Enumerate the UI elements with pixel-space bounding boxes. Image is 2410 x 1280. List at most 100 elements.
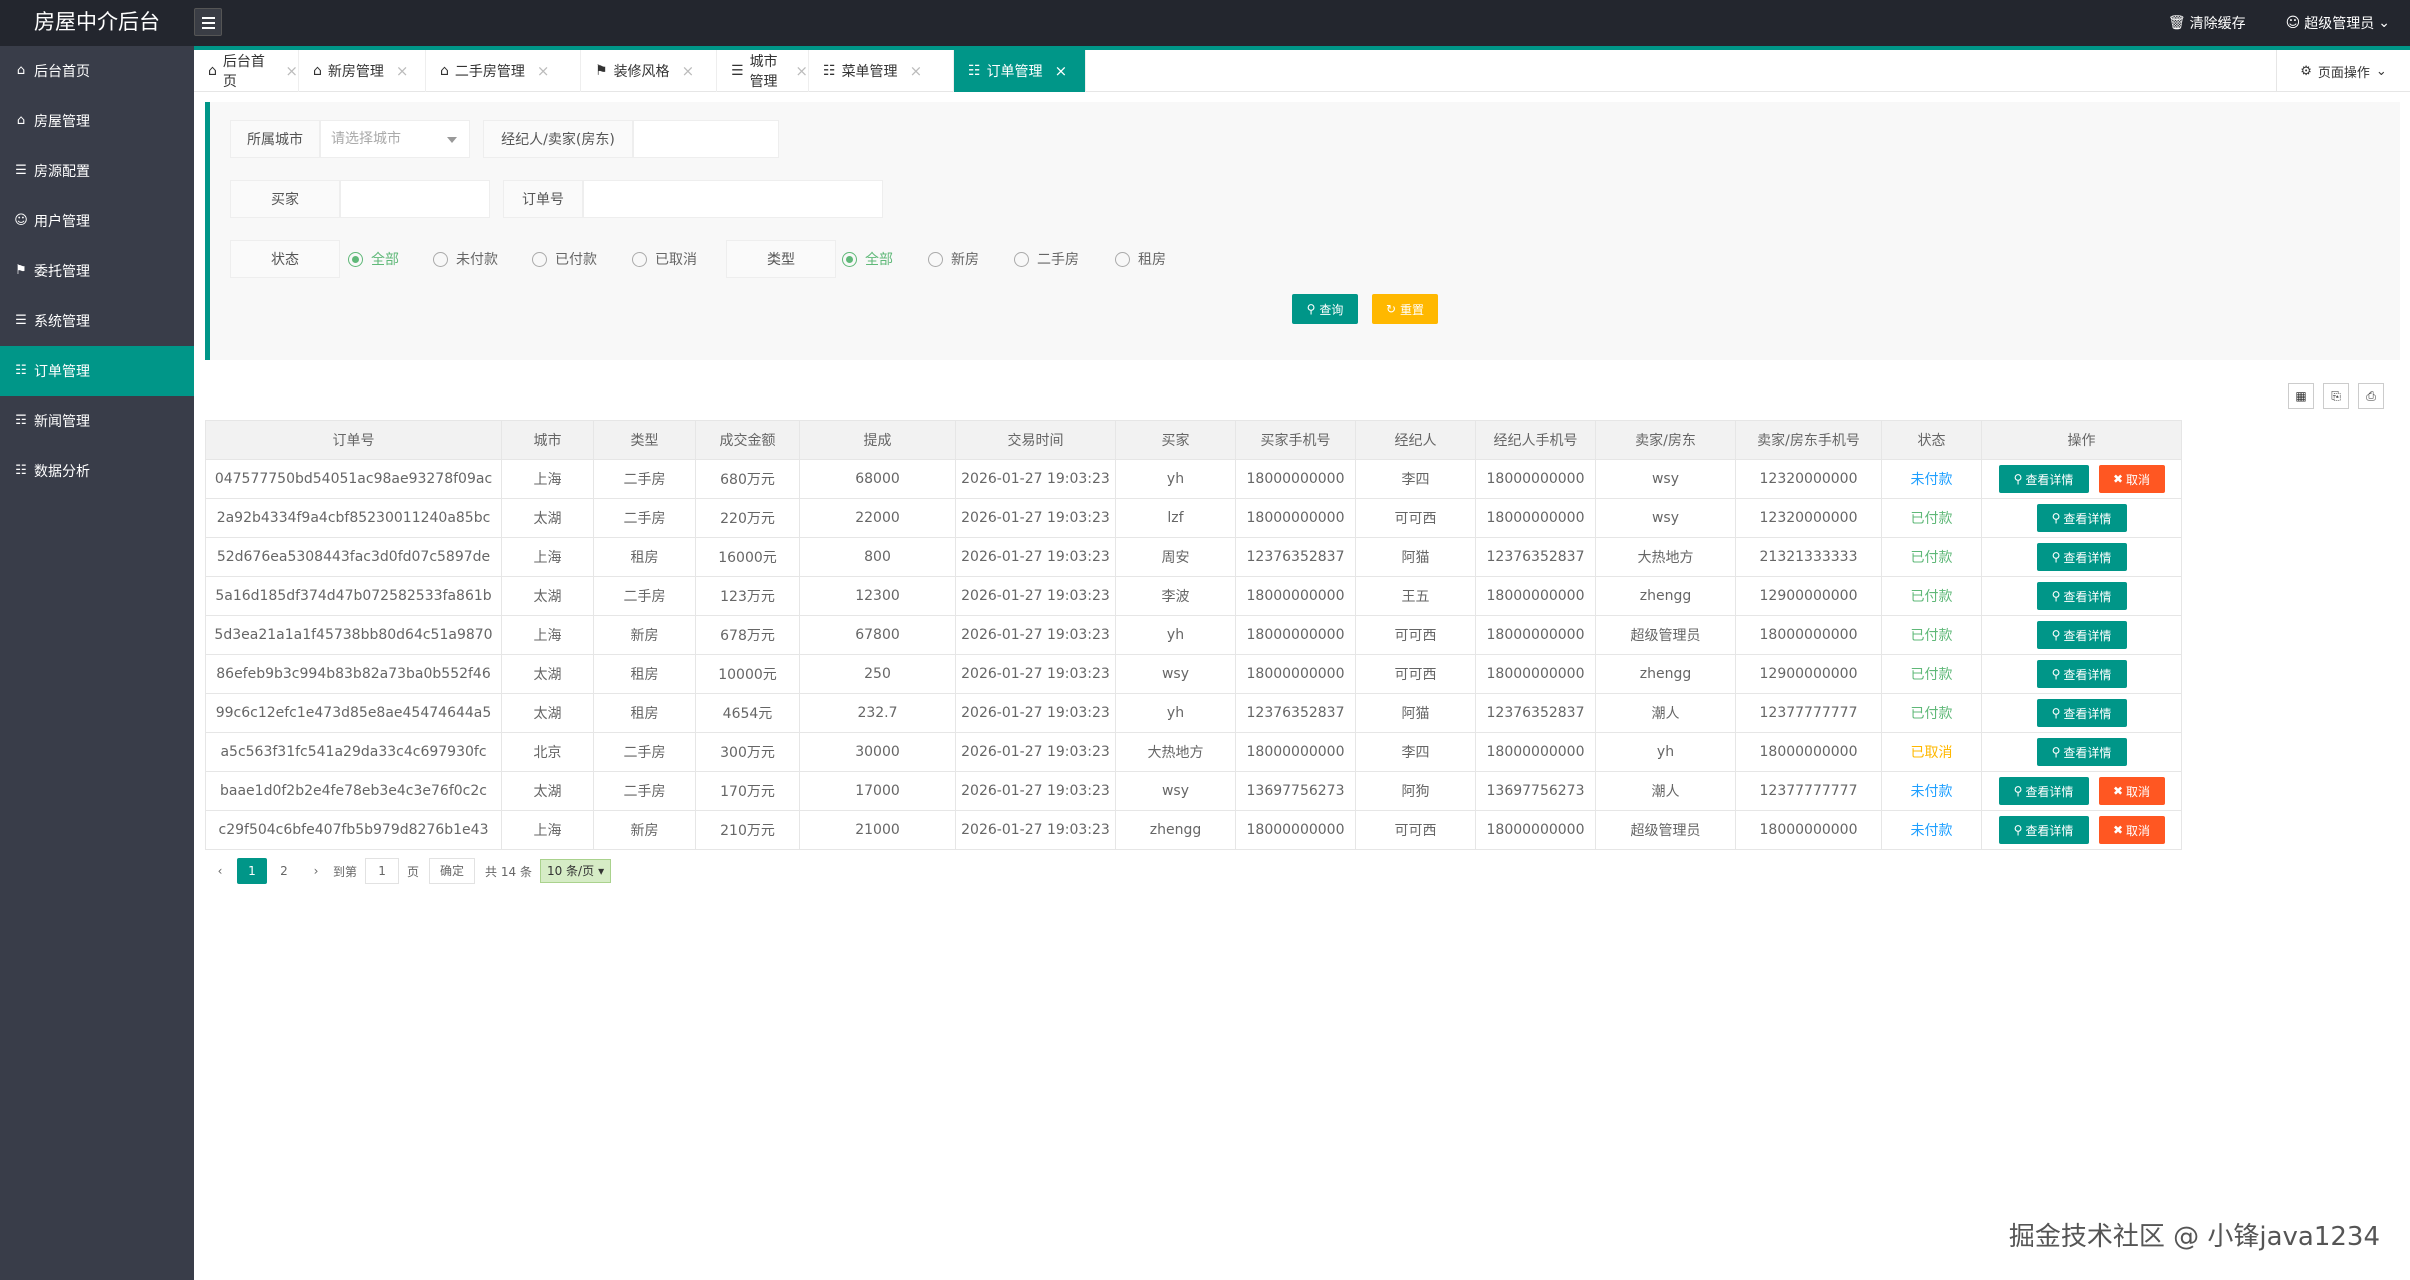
column-header[interactable]: 提成 — [799, 420, 956, 460]
order-no-input[interactable] — [583, 180, 883, 218]
close-icon[interactable]: × — [285, 62, 298, 80]
goto-page-input[interactable]: 1 — [365, 858, 400, 884]
column-header[interactable]: 交易时间 — [955, 420, 1116, 460]
type-radio-2[interactable]: 二手房 — [1014, 240, 1079, 278]
type-radio-3[interactable]: 租房 — [1115, 240, 1166, 278]
tab-6[interactable]: ☷ 订单管理 × — [954, 50, 1086, 92]
config-icon: ☰ — [15, 163, 27, 178]
buyer-input[interactable] — [340, 180, 490, 218]
sidebar-item-4[interactable]: ⚑ 委托管理 — [0, 246, 194, 296]
page-size-select[interactable]: 10 条/页 ▾ — [539, 859, 612, 883]
table-row: a5c563f31fc541a29da33c4c697930fc 北京 二手房 300… — [205, 732, 2182, 772]
column-header[interactable]: 类型 — [593, 420, 696, 460]
tab-5[interactable]: ☷ 菜单管理 × — [809, 50, 954, 92]
column-header[interactable]: 买家手机号 — [1235, 420, 1356, 460]
city-select[interactable]: 请选择城市 — [320, 120, 470, 158]
page-2-button[interactable]: 2 — [269, 858, 299, 884]
agent-input[interactable] — [633, 120, 779, 158]
tab-4[interactable]: ☰ 城市管理 × — [717, 50, 809, 92]
close-icon[interactable]: × — [396, 62, 409, 80]
view-detail-button[interactable]: ⚲ 查看详情 — [2036, 621, 2127, 649]
close-icon[interactable]: × — [1055, 62, 1068, 80]
status-radio-3[interactable]: 已取消 — [632, 240, 697, 278]
next-page-button[interactable]: › — [301, 858, 331, 884]
view-detail-button[interactable]: ⚲ 查看详情 — [2036, 738, 2127, 766]
type-radio-1[interactable]: 新房 — [928, 240, 979, 278]
menu-toggle-button[interactable] — [194, 8, 222, 36]
column-header[interactable]: 经纪人手机号 — [1475, 420, 1596, 460]
tab-2[interactable]: ⌂ 二手房管理 × — [426, 50, 581, 92]
cancel-order-button[interactable]: ✖ 取消 — [2098, 816, 2165, 844]
cell-amount: 16000元 — [695, 537, 800, 577]
view-detail-button[interactable]: ⚲ 查看详情 — [2036, 699, 2127, 727]
view-detail-button[interactable]: ⚲ 查看详情 — [2036, 582, 2127, 610]
sidebar-item-7[interactable]: ☶ 新闻管理 — [0, 396, 194, 446]
page-unit-label: 页 — [407, 864, 420, 879]
column-header[interactable]: 城市 — [501, 420, 594, 460]
close-icon[interactable]: × — [682, 62, 695, 80]
status-radio-1[interactable]: 未付款 — [433, 240, 498, 278]
cell-agent: 阿猫 — [1355, 537, 1476, 577]
export-button[interactable]: ⎘ — [2323, 383, 2349, 409]
cell-buyer-phone: 18000000000 — [1235, 732, 1356, 772]
user-icon: ☺ — [14, 213, 28, 228]
view-detail-button[interactable]: ⚲ 查看详情 — [1998, 465, 2089, 493]
cancel-order-button[interactable]: ✖ 取消 — [2098, 777, 2165, 805]
close-icon[interactable]: × — [910, 62, 923, 80]
column-header[interactable]: 买家 — [1115, 420, 1236, 460]
user-name: 超级管理员 — [2304, 16, 2375, 32]
column-header[interactable]: 卖家/房东 — [1595, 420, 1736, 460]
cell-order-no: 86efeb9b3c994b83b82a73ba0b552f46 — [205, 654, 502, 694]
cell-time: 2026-01-27 19:03:23 — [955, 576, 1116, 616]
reset-button[interactable]: ↻ 重置 — [1372, 294, 1438, 324]
cell-agent-phone: 13697756273 — [1475, 771, 1596, 811]
page-1-button[interactable]: 1 — [237, 858, 267, 884]
sidebar-item-0[interactable]: ⌂ 后台首页 — [0, 46, 194, 96]
search-form: 所属城市 请选择城市 经纪人/卖家(房东) 买家 订单号 状态 全部 未付款 已付款… — [205, 102, 2400, 360]
cell-status: 已取消 — [1881, 732, 1982, 772]
clear-cache-button[interactable]: 🗑 清除缓存 — [2168, 13, 2246, 33]
cell-buyer: yh — [1115, 615, 1236, 655]
view-detail-button[interactable]: ⚲ 查看详情 — [1998, 777, 2089, 805]
column-header[interactable]: 成交金额 — [695, 420, 800, 460]
sidebar-item-5[interactable]: ☰ 系统管理 — [0, 296, 194, 346]
sidebar-item-1[interactable]: ⌂ 房屋管理 — [0, 96, 194, 146]
pagination: ‹ 1 2 › 到第 1 页 确定 共 14 条 10 条/页 ▾ — [205, 856, 612, 886]
sidebar-item-6[interactable]: ☷ 订单管理 — [0, 346, 194, 396]
goto-confirm-button[interactable]: 确定 — [429, 858, 476, 884]
user-menu[interactable]: ☺ 超级管理员 ⌄ — [2286, 13, 2390, 33]
cell-buyer: lzf — [1115, 498, 1236, 538]
view-detail-button[interactable]: ⚲ 查看详情 — [1998, 816, 2089, 844]
radio-label: 已取消 — [655, 252, 697, 268]
view-detail-button[interactable]: ⚲ 查看详情 — [2036, 543, 2127, 571]
sidebar-item-label: 新闻管理 — [34, 414, 90, 430]
close-icon[interactable]: × — [795, 62, 808, 80]
tab-0[interactable]: ⌂ 后台首页 × — [194, 50, 299, 92]
page-operations-button[interactable]: ⚙ 页面操作 ⌄ — [2276, 50, 2410, 92]
column-header[interactable]: 订单号 — [205, 420, 502, 460]
column-header[interactable]: 状态 — [1881, 420, 1982, 460]
home-icon: ⌂ — [208, 63, 217, 79]
tab-3[interactable]: ⚑ 装修风格 × — [581, 50, 717, 92]
column-header[interactable]: 操作 — [1981, 420, 2182, 460]
cancel-order-button[interactable]: ✖ 取消 — [2098, 465, 2165, 493]
print-button[interactable]: ⎙ — [2358, 383, 2384, 409]
view-detail-button[interactable]: ⚲ 查看详情 — [2036, 504, 2127, 532]
column-header[interactable]: 经纪人 — [1355, 420, 1476, 460]
sidebar-item-8[interactable]: ☷ 数据分析 — [0, 446, 194, 496]
close-icon[interactable]: × — [537, 62, 550, 80]
tab-1[interactable]: ⌂ 新房管理 × — [299, 50, 426, 92]
status-radio-0[interactable]: 全部 — [348, 240, 399, 278]
type-radio-0[interactable]: 全部 — [842, 240, 893, 278]
status-radio-2[interactable]: 已付款 — [532, 240, 597, 278]
sidebar-item-2[interactable]: ☰ 房源配置 — [0, 146, 194, 196]
prev-page-button[interactable]: ‹ — [205, 858, 235, 884]
column-filter-button[interactable]: ▦ — [2288, 383, 2314, 409]
cell-buyer: yh — [1115, 459, 1236, 499]
column-header[interactable]: 卖家/房东手机号 — [1735, 420, 1882, 460]
sidebar-item-3[interactable]: ☺ 用户管理 — [0, 196, 194, 246]
cell-actions: ⚲ 查看详情 ✖ 取消 — [1981, 771, 2182, 811]
view-detail-button[interactable]: ⚲ 查看详情 — [2036, 660, 2127, 688]
cell-type: 二手房 — [593, 576, 696, 616]
query-button[interactable]: ⚲ 查询 — [1292, 294, 1358, 324]
